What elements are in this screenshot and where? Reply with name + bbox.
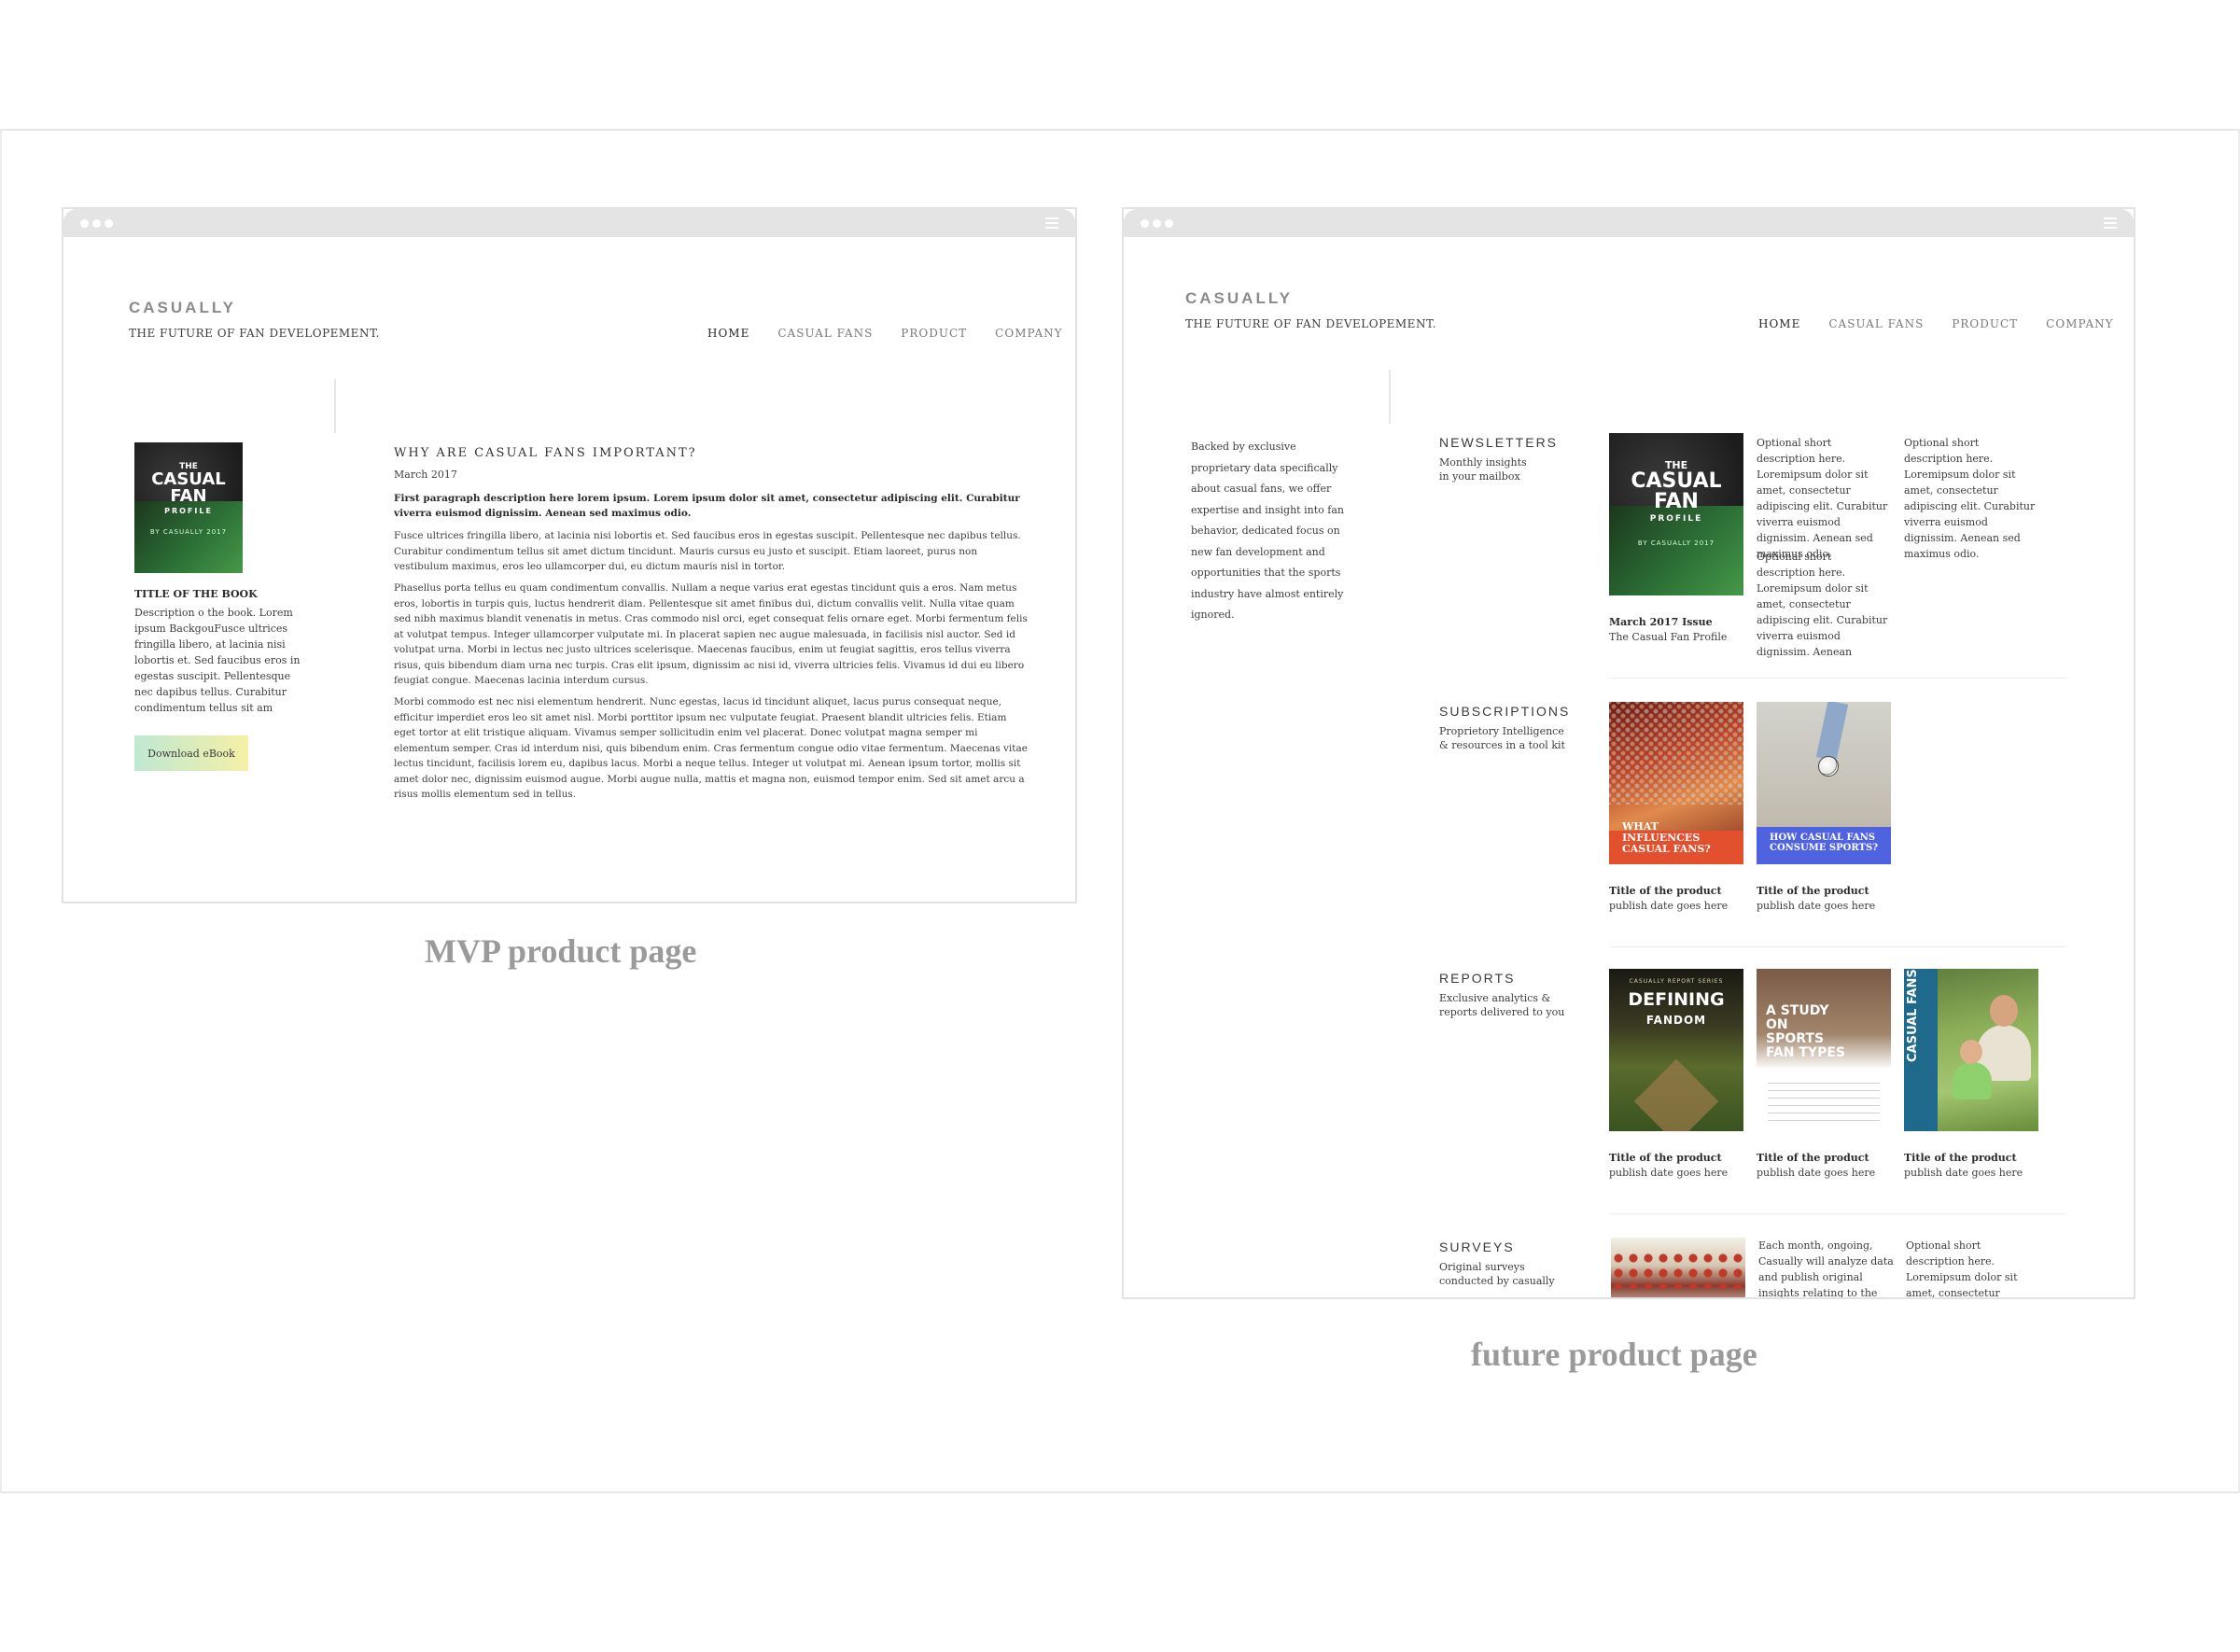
section-subtitle-surveys: Original surveys conducted by casually [1439, 1261, 1555, 1287]
nav-item-casual-fans[interactable]: CASUAL FANS [1828, 317, 1924, 330]
product-date: publish date goes here [1757, 900, 1876, 912]
newsletter-description: Optional short description here. Loremip… [1757, 551, 1888, 658]
newsletter-issue-name: The Casual Fan Profile [1609, 631, 1728, 643]
section-title-subscriptions: SUBSCRIPTIONS [1439, 704, 1571, 719]
product-date: publish date goes here [1609, 1167, 1729, 1179]
newsletter-description: Optional short description here. Loremip… [1757, 437, 1888, 560]
newsletter-issue-title[interactable]: March 2017 Issue [1609, 616, 1713, 628]
section-divider [1609, 946, 2066, 947]
article-paragraph: Morbi commodo est nec nisi elementum hen… [394, 696, 1028, 800]
book-title: TITLE OF THE BOOK [134, 588, 258, 600]
divider [1389, 370, 1391, 424]
hamburger-menu-icon[interactable] [2104, 217, 2117, 229]
presentation-canvas: CASUALLY THE FUTURE OF FAN DEVELOPEMENT.… [0, 0, 2240, 1652]
section-title-reports: REPORTS [1439, 971, 1516, 986]
section-divider [1609, 1213, 2066, 1214]
nav-item-product[interactable]: PRODUCT [1952, 317, 2018, 330]
hamburger-menu-icon[interactable] [1045, 217, 1058, 229]
window-title-bar [1124, 209, 2134, 237]
subscription-cover-image[interactable]: WHAT INFLUENCES CASUAL FANS? [1609, 702, 1743, 864]
future-browser-window: CASUALLY THE FUTURE OF FAN DEVELOPEMENT.… [1122, 207, 2135, 1299]
main-nav: HOME CASUAL FANS PRODUCT COMPANY [1758, 317, 2114, 330]
download-ebook-button[interactable]: Download eBook [134, 735, 248, 771]
survey-description: Each month, ongoing, Casually will analy… [1758, 1239, 1894, 1299]
article-heading: WHY ARE CASUAL FANS IMPORTANT? [394, 446, 697, 460]
survey-description: Optional short description here. Loremip… [1906, 1239, 2018, 1299]
article-lead-paragraph: First paragraph description here lorem i… [394, 493, 1020, 519]
nav-item-company[interactable]: COMPANY [995, 327, 1062, 340]
subscription-cover-image[interactable]: HOW CASUAL FANS CONSUME SPORTS? [1757, 702, 1891, 864]
future-caption: future product page [1471, 1336, 1757, 1373]
book-cover-image[interactable]: THE CASUAL FAN PROFILE BY CASUALLY 2017 [134, 442, 243, 573]
report-cover-image[interactable]: CASUAL FANS [1904, 969, 2038, 1131]
product-date: publish date goes here [1609, 900, 1729, 912]
section-subtitle-reports: Exclusive analytics & reports delivered … [1439, 992, 1565, 1018]
report-cover-image[interactable]: A STUDY ON SPORTS FAN TYPES [1757, 969, 1891, 1131]
mvp-browser-window: CASUALLY THE FUTURE OF FAN DEVELOPEMENT.… [62, 207, 1077, 903]
site-tagline: THE FUTURE OF FAN DEVELOPEMENT. [1185, 317, 1436, 330]
section-title-newsletters: NEWSLETTERS [1439, 435, 1559, 450]
section-title-surveys: SURVEYS [1439, 1239, 1515, 1254]
section-subtitle-newsletters: Monthly insights in your mailbox [1439, 456, 1527, 483]
window-title-bar [63, 209, 1075, 237]
book-description: Description o the book. Lorem ipsum Back… [134, 607, 301, 714]
mvp-caption: MVP product page [425, 932, 697, 970]
section-divider [1609, 678, 2066, 679]
window-dots-icon [1141, 219, 1173, 228]
product-title[interactable]: Title of the product [1757, 885, 1869, 897]
article-paragraph: Phasellus porta tellus eu quam condiment… [394, 582, 1028, 686]
site-logo[interactable]: CASUALLY [129, 299, 236, 317]
section-subtitle-subscriptions: Proprietory Intelligence & resources in … [1439, 725, 1565, 751]
site-logo[interactable]: CASUALLY [1185, 289, 1293, 308]
newsletter-cover-image[interactable]: THE CASUAL FAN PROFILE BY CASUALLY 2017 [1609, 433, 1743, 595]
product-date: publish date goes here [1904, 1167, 2023, 1179]
product-title[interactable]: Title of the product [1757, 1152, 1869, 1164]
site-tagline: THE FUTURE OF FAN DEVELOPEMENT. [129, 327, 380, 340]
product-title[interactable]: Title of the product [1904, 1152, 2017, 1164]
nav-item-product[interactable]: PRODUCT [901, 327, 967, 340]
article-date: March 2017 [394, 469, 457, 481]
divider [334, 379, 336, 433]
nav-item-home[interactable]: HOME [707, 327, 749, 340]
nav-item-casual-fans[interactable]: CASUAL FANS [777, 327, 873, 340]
newsletter-description: Optional short description here. Loremip… [1904, 437, 2036, 560]
report-cover-image[interactable]: CASUALLY REPORT SERIES DEFINING FANDOM [1609, 969, 1743, 1131]
window-dots-icon [80, 219, 113, 228]
nav-item-company[interactable]: COMPANY [2046, 317, 2113, 330]
product-date: publish date goes here [1757, 1167, 1876, 1179]
product-title[interactable]: Title of the product [1609, 885, 1722, 897]
nav-item-home[interactable]: HOME [1758, 317, 1800, 330]
survey-cover-image[interactable] [1611, 1238, 1745, 1297]
product-title[interactable]: Title of the product [1609, 1152, 1722, 1164]
main-nav: HOME CASUAL FANS PRODUCT COMPANY [707, 327, 1063, 340]
intro-text: Backed by exclusive proprietary data spe… [1191, 441, 1344, 621]
article-paragraph: Fusce ultrices fringilla libero, at laci… [394, 530, 1021, 572]
